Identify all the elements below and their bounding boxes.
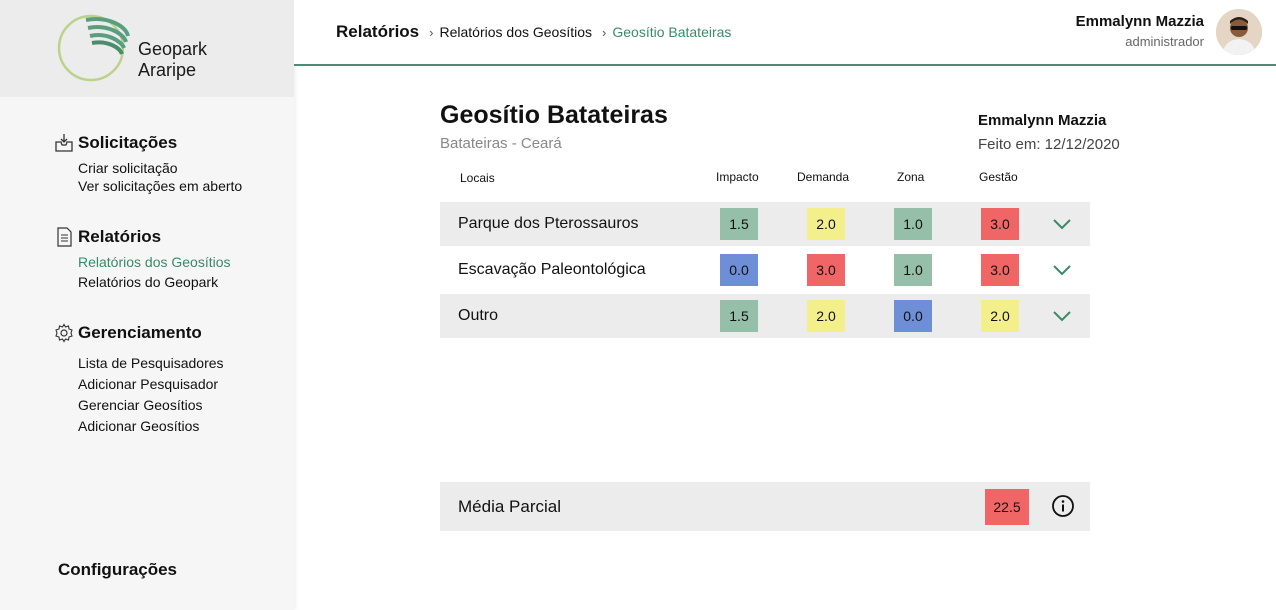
nav-head-gerenciamento[interactable]: Gerenciamento xyxy=(54,322,224,344)
document-icon xyxy=(54,227,74,247)
summary-score: 22.5 xyxy=(985,489,1029,525)
score-demanda: 2.0 xyxy=(807,300,845,332)
score-zona: 1.0 xyxy=(894,208,932,240)
score-gestao: 3.0 xyxy=(981,208,1019,240)
score-impacto: 1.5 xyxy=(720,300,758,332)
page-title: Geosítio Batateiras xyxy=(440,101,668,129)
breadcrumb: Relatórios › Relatórios dos Geosítios › … xyxy=(336,22,731,42)
nav-title-gerenciamento: Gerenciamento xyxy=(78,323,202,342)
sidebar-item-lista-pesquisadores[interactable]: Lista de Pesquisadores xyxy=(78,353,224,374)
column-header-demanda: Demanda xyxy=(797,170,850,184)
row-label: Outro xyxy=(458,307,499,324)
column-header-zona: Zona xyxy=(897,170,925,184)
table-row[interactable]: Escavação Paleontológica 0.0 3.0 1.0 3.0 xyxy=(440,248,1090,292)
report-author: Emmalynn Mazzia xyxy=(978,112,1107,129)
chevron-right-icon: › xyxy=(429,24,434,40)
row-label: Escavação Paleontológica xyxy=(458,261,646,278)
sidebar-item-adicionar-geositios[interactable]: Adicionar Geosítios xyxy=(78,416,224,437)
info-icon[interactable] xyxy=(1051,494,1075,518)
avatar[interactable] xyxy=(1216,9,1262,55)
sidebar-item-ver-solicitacoes[interactable]: Ver solicitações em aberto xyxy=(78,176,242,196)
brand-line-1: Geopark xyxy=(138,39,208,59)
sidebar-item-criar-solicitacao[interactable]: Criar solicitação xyxy=(78,158,242,178)
chevron-down-icon[interactable] xyxy=(1052,306,1072,326)
brand-line-2: Araripe xyxy=(138,60,197,80)
page-subtitle: Batateiras - Ceará xyxy=(440,135,562,152)
score-gestao: 2.0 xyxy=(981,300,1019,332)
geopark-logo-icon xyxy=(57,14,130,82)
score-zona: 0.0 xyxy=(894,300,932,332)
chevron-down-icon[interactable] xyxy=(1052,214,1072,234)
row-label: Parque dos Pterossauros xyxy=(458,215,639,232)
breadcrumb-relatorios-geositios[interactable]: Relatórios dos Geosítios xyxy=(439,24,592,40)
logo-area: Geopark Araripe xyxy=(0,0,294,97)
brand-name: Geopark Araripe xyxy=(138,39,207,81)
sidebar-item-relatorios-geositios[interactable]: Relatórios dos Geosítios xyxy=(78,252,231,272)
nav-section-gerenciamento: Gerenciamento Lista de Pesquisadores Adi… xyxy=(54,322,224,437)
user-info[interactable]: Emmalynn Mazzia administrador xyxy=(1076,13,1204,49)
sidebar-item-configuracoes[interactable]: Configurações xyxy=(58,560,177,580)
column-header-gestao: Gestão xyxy=(979,170,1018,184)
user-role: administrador xyxy=(1125,34,1204,49)
summary-label: Média Parcial xyxy=(458,497,561,516)
breadcrumb-current: Geosítio Batateiras xyxy=(612,24,732,40)
column-header-impacto: Impacto xyxy=(716,170,759,184)
breadcrumb-relatorios[interactable]: Relatórios xyxy=(336,22,419,42)
chevron-right-icon: › xyxy=(602,24,607,40)
score-gestao: 3.0 xyxy=(981,254,1019,286)
nav-head-solicitacoes[interactable]: Solicitações xyxy=(54,132,242,154)
inbox-icon xyxy=(54,133,74,153)
summary-bar: Média Parcial 22.5 xyxy=(440,482,1090,531)
sidebar-item-adicionar-pesquisador[interactable]: Adicionar Pesquisador xyxy=(78,374,224,395)
nav-title-relatorios: Relatórios xyxy=(78,227,162,246)
table-row[interactable]: Outro 1.5 2.0 0.0 2.0 xyxy=(440,294,1090,338)
sidebar-item-gerenciar-geositios[interactable]: Gerenciar Geosítios xyxy=(78,395,224,416)
sidebar: Geopark Araripe Solicitações Criar solic… xyxy=(0,0,294,610)
top-header: Relatórios › Relatórios dos Geosítios › … xyxy=(294,0,1276,66)
nav-section-relatorios: Relatórios Relatórios dos Geosítios Rela… xyxy=(54,226,231,292)
score-impacto: 1.5 xyxy=(720,208,758,240)
nav-head-relatorios[interactable]: Relatórios xyxy=(54,226,231,248)
sidebar-item-relatorios-geopark[interactable]: Relatórios do Geopark xyxy=(78,272,231,292)
chevron-down-icon[interactable] xyxy=(1052,260,1072,280)
score-demanda: 3.0 xyxy=(807,254,845,286)
score-zona: 1.0 xyxy=(894,254,932,286)
score-impacto: 0.0 xyxy=(720,254,758,286)
user-name: Emmalynn Mazzia xyxy=(1075,13,1204,30)
gear-icon xyxy=(54,323,74,343)
nav-title-solicitacoes: Solicitações xyxy=(78,133,178,152)
table-row[interactable]: Parque dos Pterossauros 1.5 2.0 1.0 3.0 xyxy=(440,202,1090,246)
report-date: Feito em: 12/12/2020 xyxy=(978,136,1120,153)
nav-section-solicitacoes: Solicitações Criar solicitação Ver solic… xyxy=(54,132,242,196)
score-demanda: 2.0 xyxy=(807,208,845,240)
column-header-locais: Locais xyxy=(460,171,495,185)
